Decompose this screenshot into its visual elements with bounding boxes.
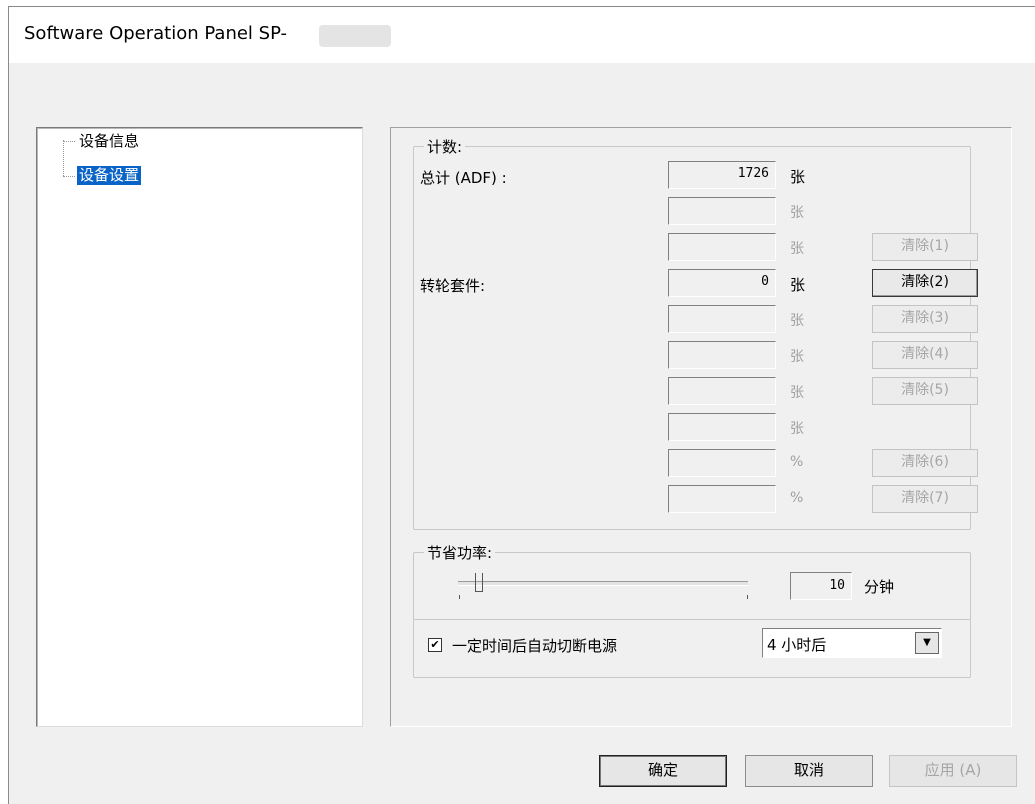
settings-pane: 计数: 总计 (ADF) : 转轮套件: 1726 张张张清除(1) 0 张清除(2)… (390, 127, 1012, 727)
tree-item-device-info[interactable]: 设备信息 (77, 132, 141, 151)
count-value-field (668, 413, 776, 441)
redacted-model-number (319, 25, 391, 47)
tree-connector-branch (63, 141, 75, 142)
count-unit-label: 张 (790, 313, 804, 329)
clear-button[interactable]: 清除(6) (872, 449, 978, 477)
count-value-field (668, 197, 776, 225)
clear-button[interactable]: 清除(7) (872, 485, 978, 513)
count-unit-label: % (790, 454, 804, 470)
software-operation-panel-window: Software Operation Panel SP- 设备信息 设备设置 计… (8, 6, 1035, 804)
power-off-time-value: 4 小时后 (767, 636, 827, 654)
count-unit-label: 张 (790, 241, 804, 257)
clear-button[interactable]: 清除(1) (872, 233, 978, 261)
count-unit-label: 张 (790, 205, 804, 221)
count-unit-label: 张 (790, 349, 804, 365)
count-value-field (668, 485, 776, 513)
power-saving-groupbox: 节省功率: 10 分钟 ✔ 一定时间后自动切断电源 4 小时后 ▼ (413, 542, 971, 678)
count-unit-label: 张 (790, 168, 806, 186)
power-saving-slider[interactable] (458, 581, 748, 586)
count-unit-label: 张 (790, 276, 806, 294)
count-unit-label: 张 (790, 385, 804, 401)
settings-tree: 设备信息 设备设置 (36, 127, 363, 727)
count-value-field (668, 341, 776, 369)
tree-connector-line (63, 140, 64, 176)
count-value-field: 1726 (668, 161, 776, 189)
minutes-unit-label: 分钟 (864, 578, 895, 596)
count-unit-label: % (790, 490, 804, 506)
clear-button[interactable]: 清除(5) (872, 377, 978, 405)
chevron-down-icon[interactable]: ▼ (915, 632, 939, 654)
count-groupbox: 计数: 总计 (ADF) : 转轮套件: 1726 张张张清除(1) 0 张清除(2)… (413, 136, 978, 530)
slider-tick-min (459, 595, 460, 599)
count-value-field (668, 449, 776, 477)
title-bar: Software Operation Panel SP- (9, 7, 1035, 63)
minutes-value-field[interactable]: 10 (790, 572, 852, 600)
apply-button[interactable]: 应用 (A) (889, 755, 1017, 787)
slider-thumb[interactable] (475, 573, 484, 592)
power-off-time-select[interactable]: 4 小时后 ▼ (762, 628, 942, 658)
tree-connector-branch (63, 176, 75, 177)
auto-power-off-checkbox[interactable]: ✔ (428, 638, 442, 652)
power-saving-legend: 节省功率: (424, 542, 496, 563)
count-value-field: 0 (668, 269, 776, 297)
clear-button[interactable]: 清除(4) (872, 341, 978, 369)
count-unit-label: 张 (790, 421, 804, 437)
roller-kit-label: 转轮套件: (420, 277, 486, 295)
slider-tick-max (747, 595, 748, 599)
auto-power-off-row: ✔ 一定时间后自动切断电源 4 小时后 ▼ (414, 619, 970, 678)
count-value-field (668, 305, 776, 333)
count-legend: 计数: (424, 136, 466, 157)
ok-button[interactable]: 确定 (599, 755, 727, 787)
total-adf-label: 总计 (ADF) : (420, 169, 507, 187)
clear-button[interactable]: 清除(3) (872, 305, 978, 333)
count-value-field (668, 377, 776, 405)
clear-button[interactable]: 清除(2) (872, 269, 978, 297)
auto-power-off-label: 一定时间后自动切断电源 (452, 637, 618, 655)
cancel-button[interactable]: 取消 (745, 755, 873, 787)
count-value-field (668, 233, 776, 261)
tree-item-device-settings[interactable]: 设备设置 (77, 166, 142, 185)
window-title: Software Operation Panel SP- (24, 23, 288, 44)
